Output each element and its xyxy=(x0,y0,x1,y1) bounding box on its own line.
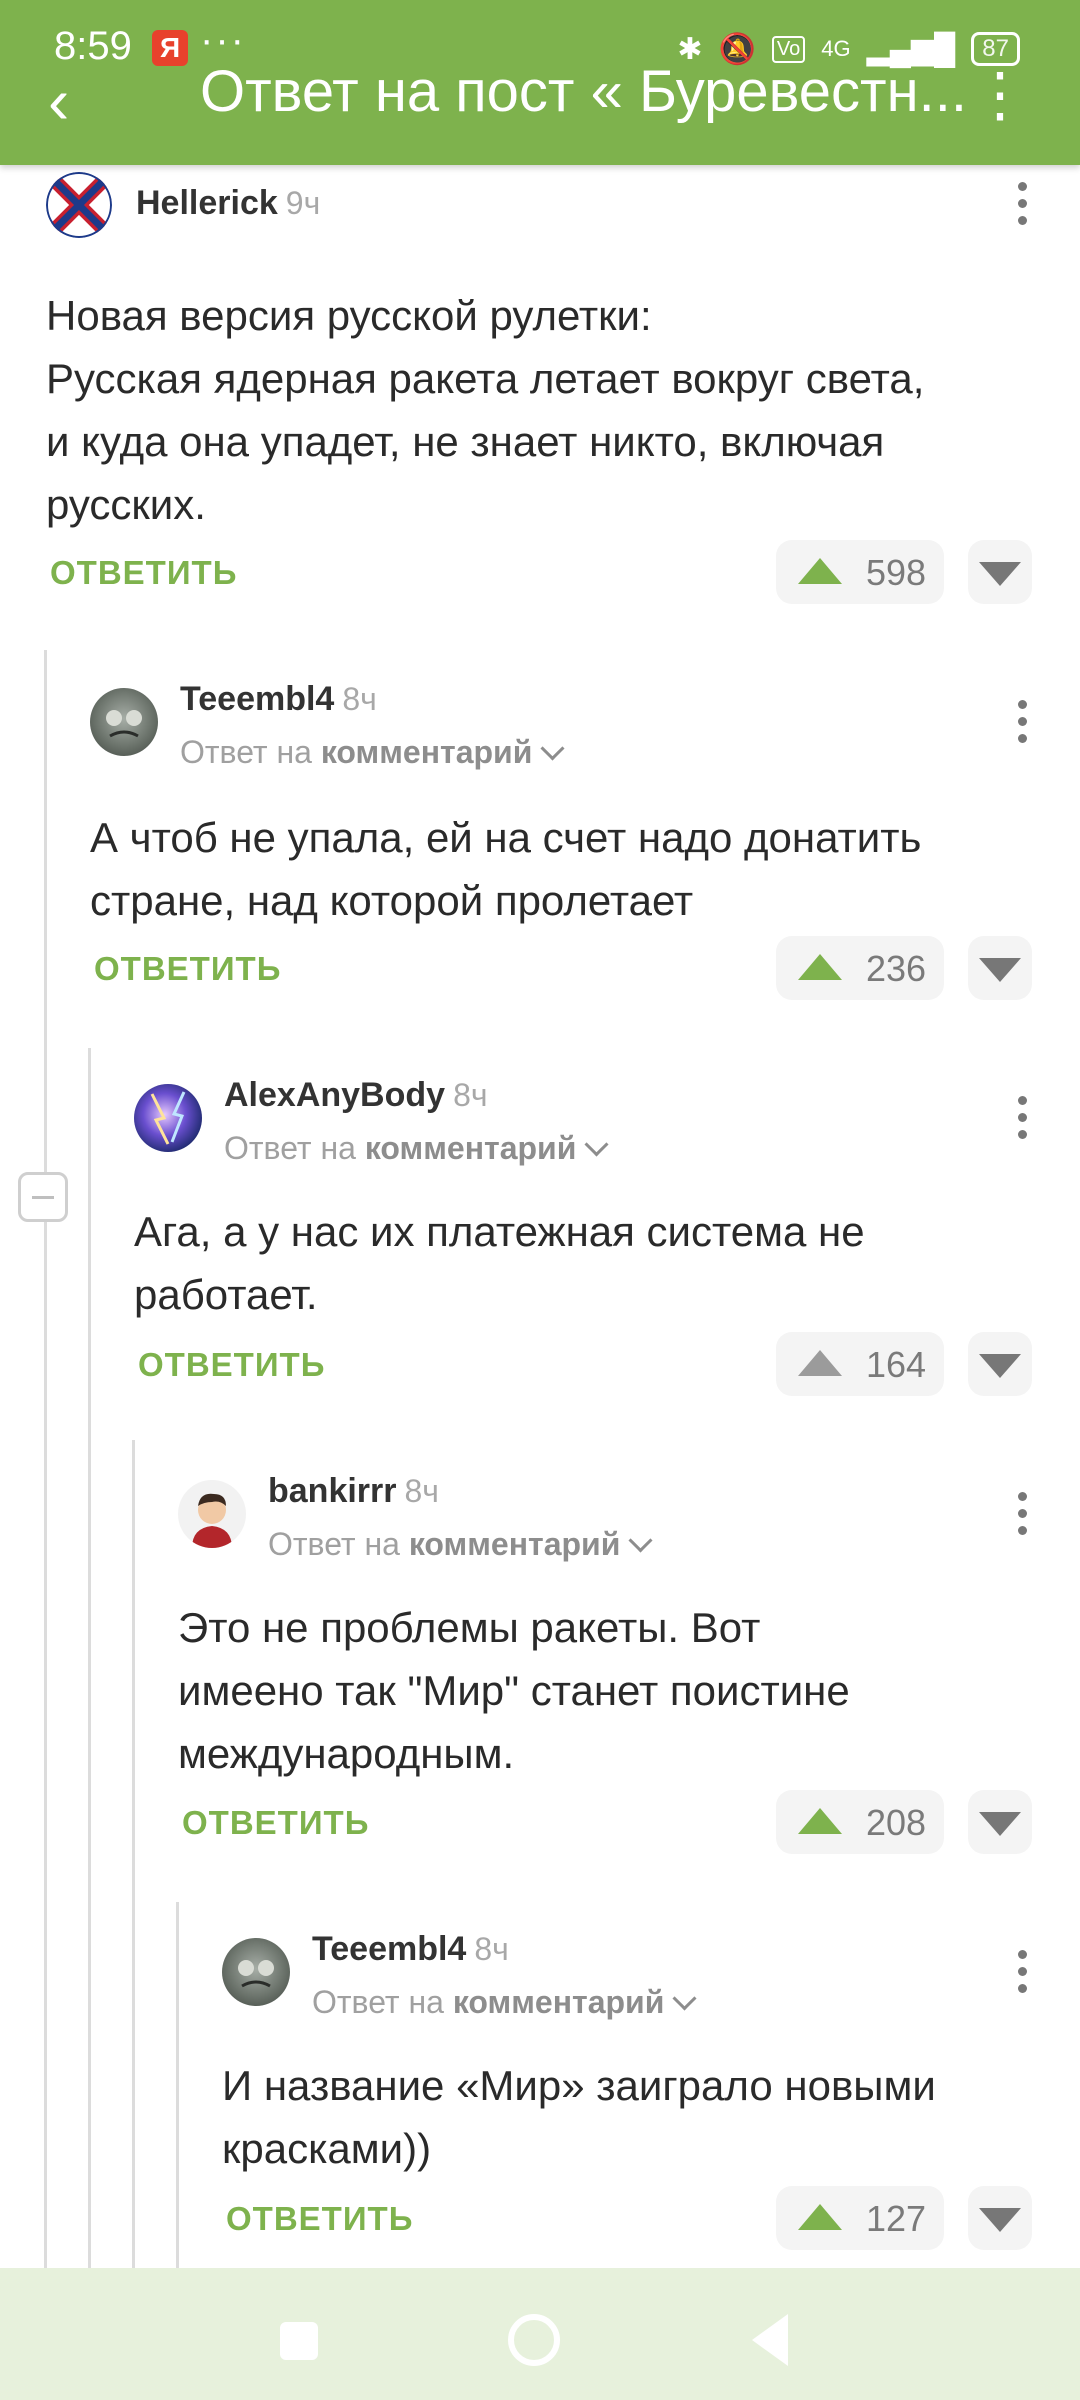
comment-menu-icon[interactable] xyxy=(1018,1096,1030,1147)
comment-menu-icon[interactable] xyxy=(1018,182,1030,233)
comment-text: Новая версия русской рулетки: Русская яд… xyxy=(46,292,925,528)
chevron-down-icon xyxy=(584,1132,609,1157)
downvote-icon xyxy=(979,1354,1021,1378)
comment-text: И название «Мир» заиграло новыми краскам… xyxy=(222,2062,936,2172)
comment-menu-icon[interactable] xyxy=(1018,1950,1030,2001)
page-title: Ответ на пост « Буревестн... xyxy=(200,59,967,124)
back-arrow-icon[interactable]: ‹ xyxy=(48,64,69,138)
comment-author[interactable]: bankirrr 8ч xyxy=(268,1472,439,1511)
downvote-button[interactable] xyxy=(968,1790,1032,1854)
vote-count: 127 xyxy=(866,2198,927,2239)
reply-to-link[interactable]: Ответ на комментарий xyxy=(312,1984,697,2021)
reply-button[interactable]: ОТВЕТИТЬ xyxy=(94,950,281,988)
app-header: 8:59 Я ··· ✱ 🔕 Vo 4G ▂▄▆█ 87 ‹ Ответ на … xyxy=(0,0,1080,165)
downvote-icon xyxy=(979,2208,1021,2232)
upvote-button[interactable]: 164 xyxy=(776,1332,944,1396)
comment-text: А чтоб не упала, ей на счет надо донатит… xyxy=(90,814,922,924)
thread-line xyxy=(176,1902,179,2270)
battery-level: 87 xyxy=(982,35,1009,62)
chevron-down-icon xyxy=(628,1528,653,1553)
upvote-button[interactable]: 127 xyxy=(776,2186,944,2250)
comment-time: 8ч xyxy=(474,1931,509,1967)
upvote-button[interactable]: 598 xyxy=(776,540,944,604)
vote-count: 164 xyxy=(866,1344,927,1385)
comment-time: 8ч xyxy=(453,1077,488,1113)
comment-author[interactable]: Hellerick 9ч xyxy=(136,184,320,223)
comment-text: Ага, а у нас их платежная система не раб… xyxy=(134,1208,865,1318)
avatar[interactable] xyxy=(134,1084,202,1152)
downvote-button[interactable] xyxy=(968,540,1032,604)
thread-line xyxy=(132,1440,135,2270)
vote-count: 236 xyxy=(866,948,927,989)
upvote-button[interactable]: 236 xyxy=(776,936,944,1000)
thread-line xyxy=(44,650,47,2270)
reply-button[interactable]: ОТВЕТИТЬ xyxy=(138,1346,325,1384)
downvote-button[interactable] xyxy=(968,2186,1032,2250)
comment-time: 9ч xyxy=(285,185,321,221)
collapse-thread-button[interactable] xyxy=(18,1172,68,1222)
comment-menu-icon[interactable] xyxy=(1018,700,1030,751)
vote-count: 208 xyxy=(866,1802,927,1843)
reply-button[interactable]: ОТВЕТИТЬ xyxy=(50,554,237,592)
downvote-icon xyxy=(979,1812,1021,1836)
reply-to-link[interactable]: Ответ на комментарий xyxy=(268,1526,653,1563)
upvote-button[interactable]: 208 xyxy=(776,1790,944,1854)
reply-button[interactable]: ОТВЕТИТЬ xyxy=(182,1804,369,1842)
upvote-icon xyxy=(798,558,842,584)
comment-author[interactable]: Teeembl4 8ч xyxy=(180,680,377,719)
avatar[interactable] xyxy=(222,1938,290,2006)
downvote-icon xyxy=(979,562,1021,586)
upvote-icon xyxy=(798,2204,842,2230)
yandex-app-icon: Я xyxy=(152,30,188,66)
upvote-icon xyxy=(798,1808,842,1834)
avatar[interactable] xyxy=(178,1480,246,1548)
downvote-button[interactable] xyxy=(968,936,1032,1000)
upvote-icon xyxy=(798,1350,842,1376)
comment-menu-icon[interactable] xyxy=(1018,1492,1030,1543)
avatar[interactable] xyxy=(90,688,158,756)
comment-text: Это не проблемы ракеты. Вот имеено так "… xyxy=(178,1604,850,1777)
status-time: 8:59 xyxy=(54,24,132,68)
chevron-down-icon xyxy=(540,736,565,761)
system-nav-bar xyxy=(0,2268,1080,2400)
avatar[interactable] xyxy=(46,172,112,238)
comment-author[interactable]: Teeembl4 8ч xyxy=(312,1930,509,1969)
thread-line xyxy=(88,1048,91,2270)
comment-author[interactable]: AlexAnyBody 8ч xyxy=(224,1076,488,1115)
overflow-menu-icon[interactable]: ⋮ xyxy=(970,60,1030,130)
reply-button[interactable]: ОТВЕТИТЬ xyxy=(226,2200,413,2238)
comment-time: 8ч xyxy=(404,1473,439,1509)
home-icon[interactable] xyxy=(508,2314,560,2366)
downvote-icon xyxy=(979,958,1021,982)
comment-time: 8ч xyxy=(342,681,377,717)
downvote-button[interactable] xyxy=(968,1332,1032,1396)
reply-to-link[interactable]: Ответ на комментарий xyxy=(224,1130,609,1167)
upvote-icon xyxy=(798,954,842,980)
recent-apps-icon[interactable] xyxy=(280,2322,318,2360)
vote-count: 598 xyxy=(866,552,927,593)
chevron-down-icon xyxy=(672,1986,697,2011)
back-icon[interactable] xyxy=(752,2314,788,2366)
reply-to-link[interactable]: Ответ на комментарий xyxy=(180,734,565,771)
more-notifications-icon: ··· xyxy=(200,18,246,62)
